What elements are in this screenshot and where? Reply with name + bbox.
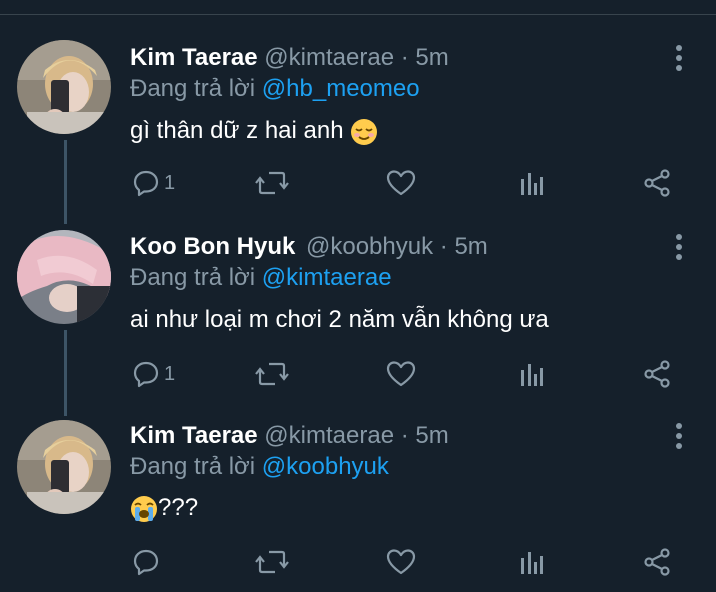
tweet-text-content: ai như loại m chơi 2 năm vẫn không ưa: [130, 306, 549, 333]
tweet[interactable]: Kim Taerae @kimtaerae · 5m Đang trả lời …: [0, 380, 716, 576]
more-icon[interactable]: [670, 421, 688, 451]
relieved-face-emoji: [351, 118, 378, 145]
replying-to: Đang trả lời @kimtaerae: [130, 263, 392, 293]
tweet-text-content: gì thân dữ z hai anh: [130, 117, 344, 144]
share-button[interactable]: [642, 545, 672, 579]
mention-link[interactable]: @kimtaerae: [262, 264, 392, 291]
crying-face-emoji: [131, 495, 157, 522]
tweet-header: Kim Taerae @kimtaerae · 5m: [130, 421, 449, 451]
avatar[interactable]: [17, 420, 111, 514]
timestamp[interactable]: 5m: [415, 44, 448, 71]
mention-link[interactable]: @hb_meomeo: [262, 75, 420, 102]
avatar[interactable]: [17, 40, 111, 134]
heart-icon: [386, 549, 416, 575]
user-handle[interactable]: @koobhyuk: [306, 233, 433, 260]
stats-button[interactable]: [519, 545, 545, 579]
tweet-actions: [130, 545, 690, 579]
tweet-text-content: ???: [158, 494, 199, 521]
replying-to: Đang trả lời @hb_meomeo: [130, 74, 420, 104]
display-name[interactable]: Kim Taerae: [130, 44, 258, 71]
tweet-text: ai như loại m chơi 2 năm vẫn không ưa: [130, 304, 549, 336]
tweet-text: gì thân dữ z hai anh: [130, 115, 378, 147]
avatar[interactable]: [17, 230, 111, 324]
user-handle[interactable]: @kimtaerae: [264, 44, 394, 71]
replying-to: Đang trả lời @koobhyuk: [130, 452, 389, 482]
separator-dot: ·: [400, 44, 409, 71]
tweet-text: ???: [130, 492, 198, 524]
like-button[interactable]: [386, 545, 416, 579]
timestamp[interactable]: 5m: [454, 233, 487, 260]
reply-icon: [133, 549, 159, 576]
share-icon: [644, 548, 670, 576]
retweet-button[interactable]: [255, 545, 289, 579]
mention-link[interactable]: @koobhyuk: [262, 453, 389, 480]
stats-icon: [521, 552, 543, 574]
more-icon[interactable]: [670, 43, 688, 73]
retweet-icon: [255, 550, 289, 574]
tweet-header: Kim Taerae @kimtaerae · 5m: [130, 43, 449, 73]
replying-label: Đang trả lời: [130, 264, 256, 291]
user-handle[interactable]: @kimtaerae: [264, 422, 394, 449]
display-name[interactable]: Koo Bon Hyuk: [130, 233, 295, 260]
tweet-header: Koo Bon Hyuk @koobhyuk · 5m: [130, 232, 488, 262]
reply-button[interactable]: [132, 545, 164, 579]
tweet[interactable]: Kim Taerae @kimtaerae · 5m Đang trả lời …: [0, 0, 716, 197]
timestamp[interactable]: 5m: [415, 422, 448, 449]
more-icon[interactable]: [670, 232, 688, 262]
replying-label: Đang trả lời: [130, 75, 256, 102]
separator-dot: ·: [400, 422, 409, 449]
replying-label: Đang trả lời: [130, 453, 256, 480]
separator-dot: ·: [439, 233, 448, 260]
display-name[interactable]: Kim Taerae: [130, 422, 258, 449]
tweet[interactable]: Koo Bon Hyuk @koobhyuk · 5m Đang trả lời…: [0, 190, 716, 388]
